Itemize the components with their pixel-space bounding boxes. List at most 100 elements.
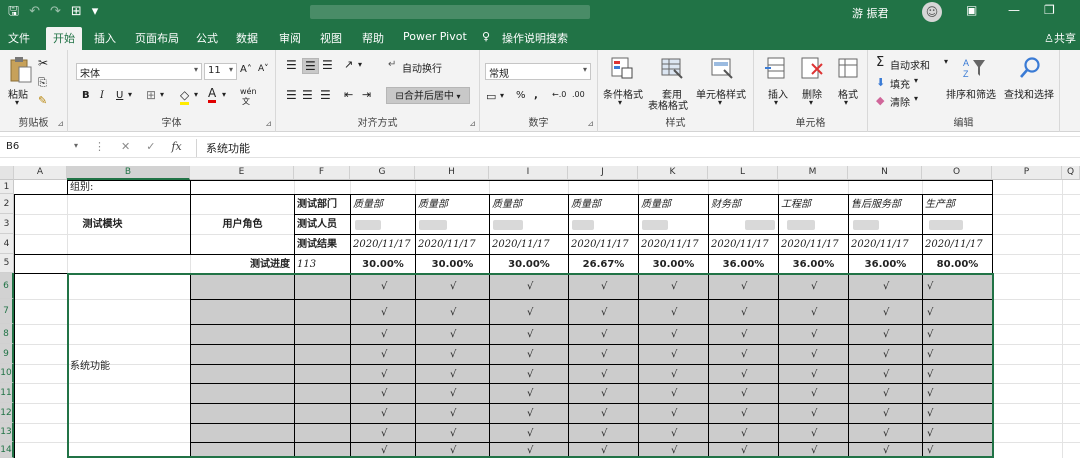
cell-test-percent[interactable]: 26.67% bbox=[568, 254, 639, 274]
cell-test-date[interactable]: 2020/11/17 bbox=[638, 234, 709, 255]
percent-style-button[interactable]: % bbox=[516, 90, 526, 101]
cell-checkmark[interactable]: √ bbox=[350, 423, 416, 443]
cell-role-grey[interactable] bbox=[190, 403, 295, 424]
cell-module-b6[interactable]: 系统功能 bbox=[67, 273, 191, 458]
cell-checkmark[interactable]: √ bbox=[568, 299, 639, 325]
column-header-p[interactable]: P bbox=[992, 166, 1062, 180]
cell-checkmark[interactable]: √ bbox=[778, 364, 849, 384]
cell-checkmark[interactable]: √ bbox=[489, 299, 569, 325]
cell-label-result[interactable]: 测试结果 bbox=[294, 234, 351, 255]
cell-checkmark[interactable]: √ bbox=[489, 403, 569, 424]
cell-role-grey[interactable] bbox=[190, 273, 295, 300]
cell-checkmark[interactable]: √ bbox=[638, 324, 709, 345]
cell-progress-grey[interactable] bbox=[294, 423, 351, 443]
row-header-2[interactable]: 2 bbox=[0, 194, 14, 214]
cell-checkmark[interactable]: √ bbox=[415, 383, 490, 404]
shrink-font-button[interactable]: A˅ bbox=[258, 64, 269, 74]
paste-icon[interactable] bbox=[8, 56, 34, 84]
cell-checkmark[interactable]: √ bbox=[568, 273, 639, 300]
accounting-dropdown-icon[interactable]: ▾ bbox=[500, 91, 504, 100]
cell-checkmark[interactable]: √ bbox=[638, 344, 709, 365]
format-as-table-icon[interactable] bbox=[660, 56, 684, 80]
cell-checkmark[interactable]: √ bbox=[708, 442, 779, 458]
cell-user-role[interactable]: 用户角色 bbox=[190, 194, 295, 255]
cell-department[interactable]: 财务部 bbox=[708, 194, 779, 215]
orientation-dropdown-icon[interactable]: ▾ bbox=[358, 60, 362, 69]
cell-checkmark[interactable]: √ bbox=[848, 273, 923, 300]
row-header-9[interactable]: 9 bbox=[0, 344, 14, 364]
cell-test-percent[interactable]: 80.00% bbox=[922, 254, 993, 274]
cell-department[interactable]: 生产部 bbox=[922, 194, 993, 215]
column-header-m[interactable]: M bbox=[778, 166, 848, 180]
alignment-launcher-icon[interactable]: ⊿ bbox=[469, 119, 476, 128]
conditional-formatting-icon[interactable] bbox=[610, 56, 634, 80]
row-header-5[interactable]: 5 bbox=[0, 254, 14, 273]
align-right-icon[interactable]: ☰ bbox=[320, 88, 331, 102]
cell-checkmark[interactable]: √ bbox=[708, 324, 779, 345]
user-name[interactable]: 游 振君 bbox=[852, 5, 889, 21]
italic-button[interactable]: I bbox=[100, 90, 104, 101]
row-header-3[interactable]: 3 bbox=[0, 214, 14, 234]
comma-style-button[interactable]: , bbox=[534, 90, 538, 101]
autosum-button[interactable]: 自动求和 bbox=[890, 57, 930, 72]
row-header-13[interactable]: 13 bbox=[0, 423, 14, 442]
cell-checkmark[interactable]: √ bbox=[350, 324, 416, 345]
align-top-icon[interactable]: ☰ bbox=[286, 58, 297, 72]
cell-checkmark[interactable]: √ bbox=[638, 383, 709, 404]
cell-checkmark[interactable]: √ bbox=[415, 442, 490, 458]
decrease-decimal-button[interactable]: .00 bbox=[572, 90, 585, 99]
chevron-down-icon[interactable]: ▾ bbox=[914, 94, 918, 103]
insert-cells-icon[interactable] bbox=[764, 56, 788, 80]
column-header-l[interactable]: L bbox=[708, 166, 778, 180]
cell-checkmark[interactable]: √ bbox=[922, 423, 993, 443]
cell-styles-icon[interactable] bbox=[710, 56, 734, 80]
tab-view[interactable]: 视图 bbox=[320, 30, 342, 46]
minimize-icon[interactable]: — bbox=[1008, 3, 1020, 17]
cell-tester-redacted[interactable] bbox=[922, 214, 993, 235]
cell-department[interactable]: 质量部 bbox=[638, 194, 709, 215]
cell-checkmark[interactable]: √ bbox=[922, 403, 993, 424]
chevron-down-icon[interactable]: ▾ bbox=[774, 98, 778, 107]
cell-checkmark[interactable]: √ bbox=[489, 364, 569, 384]
cell-test-date[interactable]: 2020/11/17 bbox=[708, 234, 779, 255]
cell-test-date[interactable]: 2020/11/17 bbox=[415, 234, 490, 255]
chevron-down-icon[interactable]: ▾ bbox=[914, 76, 918, 85]
cut-icon[interactable]: ✂ bbox=[38, 56, 48, 70]
align-middle-icon[interactable]: ☰ bbox=[302, 58, 319, 74]
cell-checkmark[interactable]: √ bbox=[708, 273, 779, 300]
font-color-dropdown-icon[interactable]: ▾ bbox=[222, 90, 226, 99]
cell-checkmark[interactable]: √ bbox=[848, 299, 923, 325]
clear-button[interactable]: 清除 bbox=[890, 94, 910, 109]
column-header-g[interactable]: G bbox=[350, 166, 415, 180]
paste-dropdown-icon[interactable]: ▾ bbox=[15, 98, 19, 107]
column-header-q[interactable]: Q bbox=[1062, 166, 1080, 180]
row-header-11[interactable]: 11 bbox=[0, 383, 14, 403]
cell-department[interactable]: 质量部 bbox=[415, 194, 490, 215]
align-bottom-icon[interactable]: ☰ bbox=[322, 58, 333, 72]
restore-icon[interactable]: ❐ bbox=[1044, 3, 1055, 17]
row-header-10[interactable]: 10 bbox=[0, 364, 14, 383]
column-header-n[interactable]: N bbox=[848, 166, 922, 180]
cell-test-date[interactable]: 2020/11/17 bbox=[848, 234, 923, 255]
undo-icon[interactable]: ↶ bbox=[29, 3, 40, 21]
cell-checkmark[interactable]: √ bbox=[848, 442, 923, 458]
tab-home[interactable]: 开始 bbox=[46, 27, 82, 50]
fill-color-icon[interactable]: ◇ bbox=[180, 88, 190, 105]
cell-checkmark[interactable]: √ bbox=[350, 344, 416, 365]
bold-button[interactable]: B bbox=[82, 90, 90, 101]
sort-filter-button[interactable]: 排序和筛选 bbox=[946, 86, 996, 101]
cell-checkmark[interactable]: √ bbox=[848, 423, 923, 443]
cell-tester-redacted[interactable] bbox=[638, 214, 709, 235]
find-select-icon[interactable] bbox=[1018, 56, 1042, 80]
cell-checkmark[interactable]: √ bbox=[350, 364, 416, 384]
clipboard-launcher-icon[interactable]: ⊿ bbox=[57, 119, 64, 128]
cell-checkmark[interactable]: √ bbox=[638, 273, 709, 300]
font-name-combo[interactable]: 宋体 ▾ bbox=[76, 63, 202, 80]
cell-checkmark[interactable]: √ bbox=[489, 344, 569, 365]
underline-dropdown-icon[interactable]: ▾ bbox=[128, 90, 132, 99]
cell-checkmark[interactable]: √ bbox=[489, 423, 569, 443]
font-launcher-icon[interactable]: ⊿ bbox=[265, 119, 272, 128]
form-icon[interactable]: ⊞ bbox=[71, 3, 82, 21]
cell-role-grey[interactable] bbox=[190, 364, 295, 384]
cell-checkmark[interactable]: √ bbox=[638, 442, 709, 458]
